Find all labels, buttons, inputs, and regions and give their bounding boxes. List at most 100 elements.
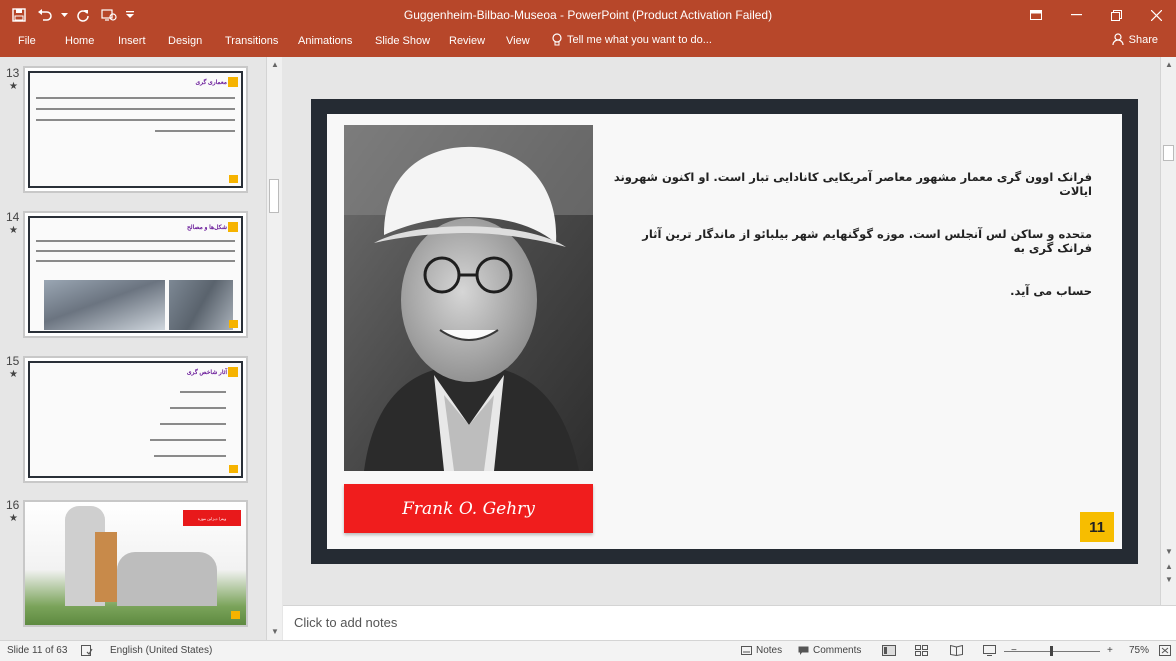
ribbon-display-options-button[interactable]: [1016, 0, 1056, 30]
slide-sorter-button[interactable]: [915, 645, 928, 656]
slide-show-button[interactable]: [983, 645, 996, 656]
scroll-up-icon[interactable]: ▲: [1165, 60, 1173, 69]
animation-star-icon: ★: [9, 513, 18, 524]
tab-view[interactable]: View: [506, 35, 530, 47]
fit-to-window-icon: [1159, 645, 1171, 656]
thumbnail-photo-building: [44, 280, 165, 330]
fit-slide-button[interactable]: [1159, 645, 1171, 656]
tab-slide-show[interactable]: Slide Show: [375, 35, 430, 47]
slide-paragraph[interactable]: فرانک اوون گری معمار مشهور معاصر آمریکای…: [612, 170, 1092, 341]
thumbnail-accent: [228, 222, 238, 232]
slide-editing-area: Frank O. Gehry فرانک اوون گری معمار مشهو…: [283, 57, 1160, 605]
previous-slide-icon[interactable]: ▲: [1165, 562, 1173, 571]
thumbnail-accent: [228, 367, 238, 377]
tell-me-search[interactable]: Tell me what you want to do...: [552, 33, 712, 46]
share-button[interactable]: Share: [1112, 33, 1158, 46]
zoom-level-text: 75%: [1129, 645, 1150, 656]
lightbulb-icon: [552, 33, 562, 46]
tab-transitions[interactable]: Transitions: [225, 35, 278, 47]
reading-view-icon: [950, 645, 963, 656]
thumbnail-bullet: [170, 407, 226, 409]
tab-file[interactable]: File: [18, 35, 36, 47]
name-caption-box[interactable]: Frank O. Gehry: [344, 484, 593, 533]
scrollbar-thumb[interactable]: [1163, 145, 1174, 161]
spell-check-button[interactable]: [81, 645, 93, 656]
slide-thumbnails-pane: 13 ★ معماری گری 14 ★ شکل‌ها و مصالح: [0, 57, 266, 640]
notes-placeholder: Click to add notes: [294, 615, 398, 630]
thumbnail-bullet: [154, 455, 226, 457]
thumbnail-title: معماری گری: [195, 80, 227, 86]
thumbnail-bullet: [160, 423, 226, 425]
slide-content-panel: Frank O. Gehry فرانک اوون گری معمار مشهو…: [327, 114, 1122, 549]
zoom-in-button[interactable]: +: [1107, 645, 1113, 656]
zoom-level-button[interactable]: 75%: [1129, 645, 1149, 656]
thumbnail-bullet: [180, 391, 226, 393]
minimize-icon: [1070, 14, 1082, 16]
thumbnail-frame: معماری گری: [28, 71, 243, 188]
notes-toggle-button[interactable]: Notes: [741, 645, 782, 656]
ribbon-display-icon: [1030, 10, 1042, 20]
reading-view-button[interactable]: [950, 645, 963, 656]
restore-icon: [1110, 9, 1122, 21]
powerpoint-window: Guggenheim-Bilbao-Museoa - PowerPoint (P…: [0, 0, 1176, 661]
thumbnail-bullet: [150, 439, 226, 441]
slide-thumbnail-16[interactable]: ویترا دیزاین موزه: [23, 500, 248, 627]
animation-star-icon: ★: [9, 225, 18, 236]
thumbnail-frame: شکل‌ها و مصالح: [28, 216, 243, 333]
slide-scrollbar[interactable]: ▲ ▼ ▲ ▼: [1160, 57, 1176, 605]
comment-icon: [798, 646, 809, 655]
tab-home[interactable]: Home: [65, 35, 94, 47]
minimize-button[interactable]: [1056, 0, 1096, 30]
comments-toggle-button[interactable]: Comments: [798, 645, 861, 656]
slide-thumbnail-15[interactable]: آثار شاخص گری: [23, 356, 248, 483]
paragraph-line: حساب می آید.: [1010, 284, 1092, 298]
paragraph-line: متحده و ساکن لس آنجلس است. موزه گوگنهایم…: [642, 227, 1092, 255]
person-icon: [1112, 33, 1124, 46]
gehry-portrait-photo[interactable]: [344, 125, 593, 471]
plus-icon: +: [1107, 645, 1113, 656]
restore-button[interactable]: [1096, 0, 1136, 30]
slide-thumbnail-14[interactable]: شکل‌ها و مصالح: [23, 211, 248, 338]
tell-me-text: Tell me what you want to do...: [567, 33, 712, 46]
close-icon: [1150, 9, 1162, 21]
slide-counter-text: Slide 11 of 63: [7, 645, 68, 656]
thumbnail-page-badge: [229, 465, 238, 473]
thumbnail-number: 15: [6, 354, 20, 368]
tab-design[interactable]: Design: [168, 35, 202, 47]
thumbnail-building-roof: [117, 552, 217, 606]
scroll-down-icon[interactable]: ▼: [1165, 547, 1173, 556]
close-button[interactable]: [1136, 0, 1176, 30]
slide-counter[interactable]: Slide 11 of 63: [7, 645, 67, 656]
tab-animations[interactable]: Animations: [298, 35, 352, 47]
thumbnail-accent: [228, 77, 238, 87]
scroll-down-icon[interactable]: ▼: [271, 627, 279, 636]
slide-thumbnail-13[interactable]: معماری گری: [23, 66, 248, 193]
slide-show-icon: [983, 645, 996, 656]
language-text: English (United States): [110, 645, 213, 656]
thumbnail-caption-box: ویترا دیزاین موزه: [183, 510, 241, 526]
comments-label: Comments: [813, 645, 862, 656]
scrollbar-thumb[interactable]: [269, 179, 279, 213]
share-label: Share: [1128, 33, 1158, 46]
next-slide-icon[interactable]: ▼: [1165, 575, 1173, 584]
window-controls: [1016, 0, 1176, 30]
scroll-up-icon[interactable]: ▲: [271, 60, 279, 69]
animation-star-icon: ★: [9, 81, 18, 92]
normal-view-button[interactable]: [882, 645, 896, 656]
thumbnail-photo-facade: [169, 280, 233, 330]
current-slide[interactable]: Frank O. Gehry فرانک اوون گری معمار مشهو…: [311, 99, 1138, 564]
thumbnail-page-badge: [231, 611, 240, 619]
tab-review[interactable]: Review: [449, 35, 485, 47]
slide-number-badge: 11: [1080, 512, 1114, 542]
animation-star-icon: ★: [9, 369, 18, 380]
zoom-slider-thumb[interactable]: [1050, 646, 1053, 656]
tab-insert[interactable]: Insert: [118, 35, 146, 47]
thumbnails-scrollbar[interactable]: ▲ ▼: [266, 57, 282, 640]
paragraph-line: فرانک اوون گری معمار مشهور معاصر آمریکای…: [613, 170, 1092, 198]
slide-sorter-icon: [915, 645, 928, 656]
language-indicator[interactable]: English (United States): [110, 645, 212, 656]
thumbnail-number: 13: [6, 66, 20, 80]
title-bar: Guggenheim-Bilbao-Museoa - PowerPoint (P…: [0, 0, 1176, 30]
notes-pane[interactable]: Click to add notes: [283, 605, 1176, 640]
thumbnail-title: شکل‌ها و مصالح: [186, 225, 227, 231]
